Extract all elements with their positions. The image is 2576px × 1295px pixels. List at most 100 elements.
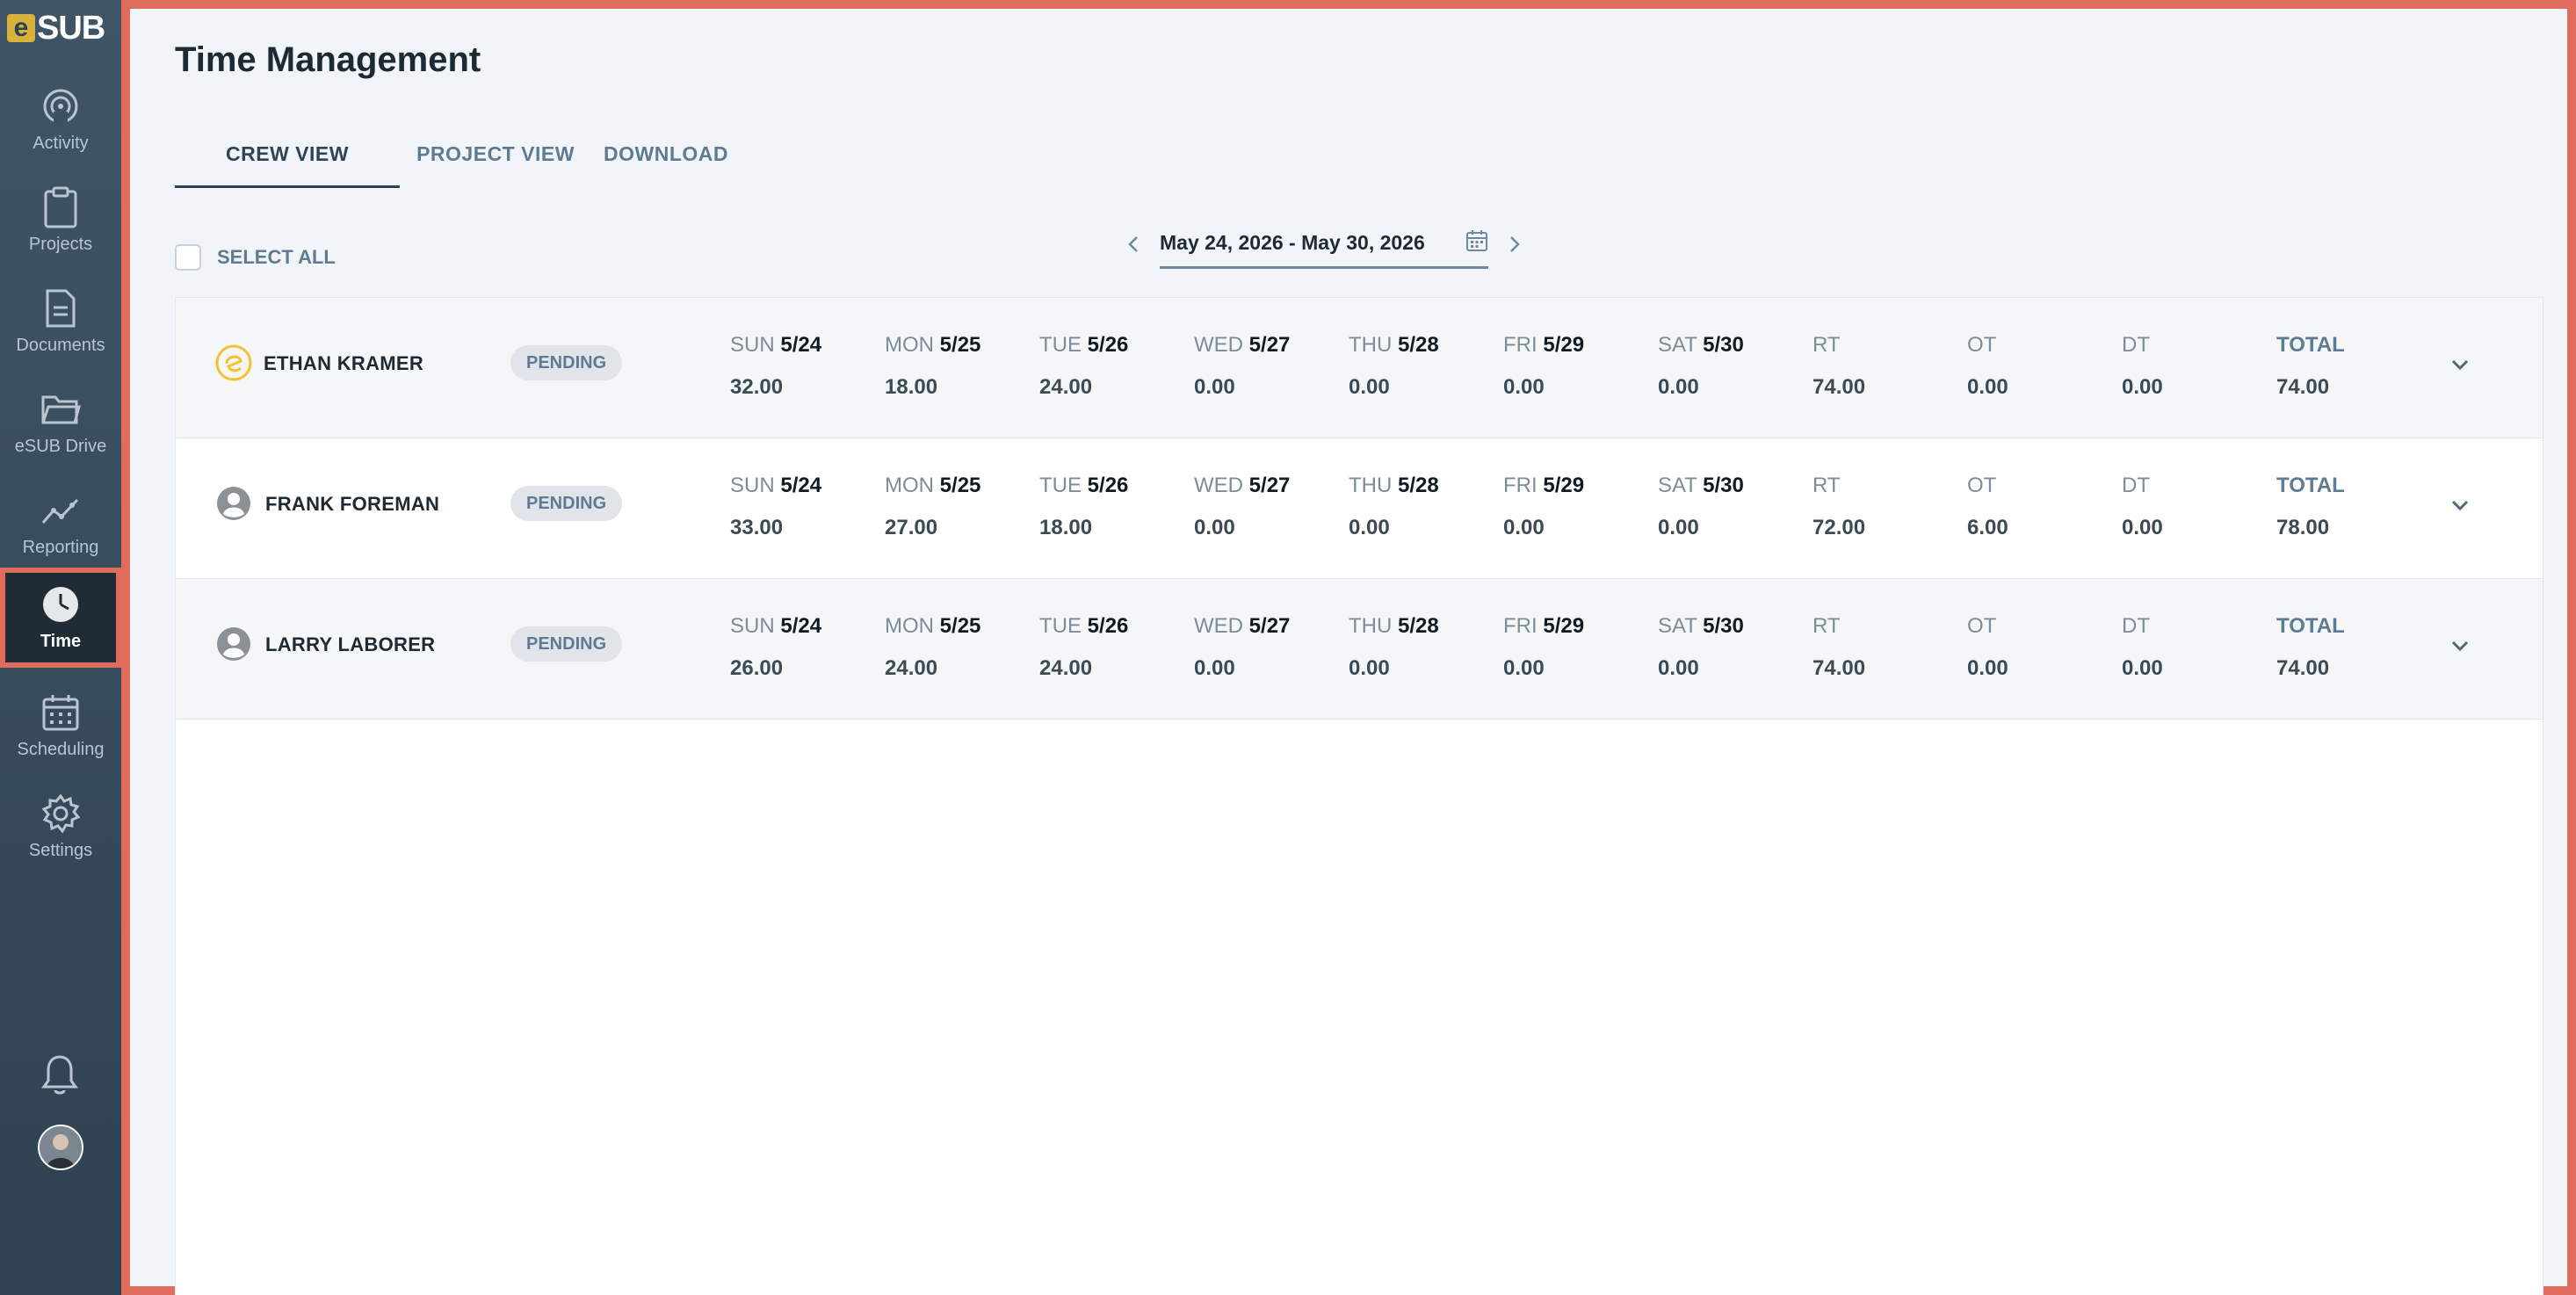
hours-value: 18.00 <box>885 375 938 399</box>
sidebar-item-reporting[interactable]: Reporting <box>0 474 121 573</box>
hours-value: 0.00 <box>1349 375 1390 399</box>
day-column-sat: SAT 5/30 0.00 <box>1658 333 1744 400</box>
crew-row[interactable]: LARRY LABORER PENDING SUN 5/24 26.00 MON … <box>176 579 2543 720</box>
chevron-down-icon[interactable] <box>2446 632 2474 660</box>
sidebar-item-time[interactable]: Time <box>0 568 121 668</box>
column-label: RT <box>1813 474 1841 497</box>
hours-value: 0.00 <box>1967 375 2008 399</box>
column-label: RT <box>1813 333 1841 357</box>
crew-name[interactable]: FRANK FOREMAN <box>265 493 439 516</box>
day-label: THU <box>1349 614 1393 638</box>
main-content: Time Management CREW VIEW PROJECT VIEW D… <box>121 0 2576 1295</box>
sidebar-item-settings[interactable]: Settings <box>0 778 121 876</box>
column-label: DT <box>2122 614 2150 638</box>
date-range-navigator: May 24, 2026 - May 30, 2026 <box>1116 220 1532 269</box>
rt-column: RT 74.00 <box>1813 333 1865 400</box>
day-column-tue: TUE 5/26 24.00 <box>1039 614 1128 681</box>
bell-icon[interactable] <box>40 1053 80 1096</box>
esub-logo[interactable]: e SUB <box>7 7 112 49</box>
tab-crew-view[interactable]: CREW VIEW <box>175 132 400 188</box>
hours-value: 32.00 <box>730 375 784 399</box>
tab-project-view[interactable]: PROJECT VIEW <box>400 132 591 188</box>
hours-value: 0.00 <box>1658 375 1699 399</box>
day-label: MON <box>885 614 934 638</box>
day-date: 5/26 <box>1087 474 1129 497</box>
sidebar-item-esub-drive[interactable]: eSUB Drive <box>0 373 121 472</box>
day-label: FRI <box>1503 614 1538 638</box>
day-label: TUE <box>1039 614 1082 638</box>
hours-value: 0.00 <box>1194 516 1235 539</box>
day-column-sun: SUN 5/24 33.00 <box>730 474 821 540</box>
sidebar-item-projects[interactable]: Projects <box>0 171 121 270</box>
hours-value: 18.00 <box>1039 516 1093 539</box>
hours-value: 72.00 <box>1813 516 1866 539</box>
day-column-thu: THU 5/28 0.00 <box>1349 614 1439 681</box>
day-date: 5/27 <box>1248 333 1291 357</box>
total-value: 78.00 <box>2276 516 2330 539</box>
day-date: 5/29 <box>1543 614 1585 638</box>
day-column-wed: WED 5/27 0.00 <box>1194 474 1290 540</box>
day-date: 5/27 <box>1248 614 1291 638</box>
crew-row[interactable]: FRANK FOREMAN PENDING SUN 5/24 33.00 MON … <box>176 438 2543 579</box>
day-date: 5/26 <box>1087 614 1129 638</box>
day-label: SAT <box>1658 474 1697 497</box>
activity-icon <box>40 86 81 127</box>
gear-icon <box>40 792 81 834</box>
chevron-right-icon[interactable] <box>1497 227 1532 262</box>
column-label: OT <box>1967 614 1997 638</box>
day-date: 5/26 <box>1087 333 1129 357</box>
hours-value: 0.00 <box>1503 375 1545 399</box>
day-date: 5/25 <box>939 614 981 638</box>
day-date: 5/24 <box>780 333 822 357</box>
chevron-left-icon[interactable] <box>1116 227 1151 262</box>
user-avatar[interactable] <box>38 1125 83 1170</box>
hours-value: 0.00 <box>1194 375 1235 399</box>
sidebar-item-activity[interactable]: Activity <box>0 70 121 169</box>
sidebar: e SUB Activity Projects Documents eSUB D… <box>0 0 121 1295</box>
day-label: SAT <box>1658 614 1697 638</box>
hours-value: 0.00 <box>2122 516 2163 539</box>
day-column-wed: WED 5/27 0.00 <box>1194 614 1290 681</box>
logo-text: SUB <box>37 9 105 47</box>
crew-name[interactable]: ETHAN KRAMER <box>264 352 423 375</box>
day-column-mon: MON 5/25 18.00 <box>885 333 980 400</box>
clipboard-icon <box>40 186 81 228</box>
day-date: 5/28 <box>1398 474 1439 497</box>
page-title: Time Management <box>175 40 481 79</box>
sidebar-item-label: Reporting <box>22 537 99 557</box>
select-all-label[interactable]: SELECT ALL <box>217 246 336 269</box>
hours-value: 0.00 <box>1349 516 1390 539</box>
chevron-down-icon[interactable] <box>2446 351 2474 379</box>
hours-value: 0.00 <box>1349 656 1390 680</box>
day-date: 5/24 <box>780 474 822 497</box>
date-range-picker[interactable]: May 24, 2026 - May 30, 2026 <box>1160 220 1488 269</box>
day-label: THU <box>1349 474 1393 497</box>
day-date: 5/27 <box>1248 474 1291 497</box>
sidebar-item-scheduling[interactable]: Scheduling <box>0 676 121 775</box>
day-date: 5/25 <box>939 474 981 497</box>
crew-row[interactable]: ETHAN KRAMER PENDING SUN 5/24 32.00 MON 5… <box>176 298 2543 438</box>
select-all: SELECT ALL <box>175 244 336 271</box>
day-column-sat: SAT 5/30 0.00 <box>1658 474 1744 540</box>
sidebar-item-label: Scheduling <box>17 739 105 759</box>
day-label: MON <box>885 333 934 357</box>
column-label: OT <box>1967 333 1997 357</box>
calendar-icon[interactable] <box>1465 229 1488 257</box>
column-label: TOTAL <box>2276 333 2345 357</box>
hours-value: 0.00 <box>1658 516 1699 539</box>
total-value: 74.00 <box>2276 656 2330 680</box>
crew-name[interactable]: LARRY LABORER <box>265 633 435 656</box>
day-date: 5/24 <box>780 614 822 638</box>
day-column-mon: MON 5/25 27.00 <box>885 474 980 540</box>
day-column-mon: MON 5/25 24.00 <box>885 614 980 681</box>
sidebar-item-label: Settings <box>28 840 93 860</box>
chevron-down-icon[interactable] <box>2446 491 2474 519</box>
dt-column: DT 0.00 <box>2122 333 2163 400</box>
tab-download[interactable]: DOWNLOAD <box>591 132 741 188</box>
day-column-fri: FRI 5/29 0.00 <box>1503 474 1584 540</box>
select-all-checkbox[interactable] <box>175 244 201 271</box>
sidebar-item-label: eSUB Drive <box>14 436 107 456</box>
hours-value: 0.00 <box>2122 375 2163 399</box>
sidebar-item-documents[interactable]: Documents <box>0 272 121 371</box>
day-date: 5/29 <box>1543 474 1585 497</box>
